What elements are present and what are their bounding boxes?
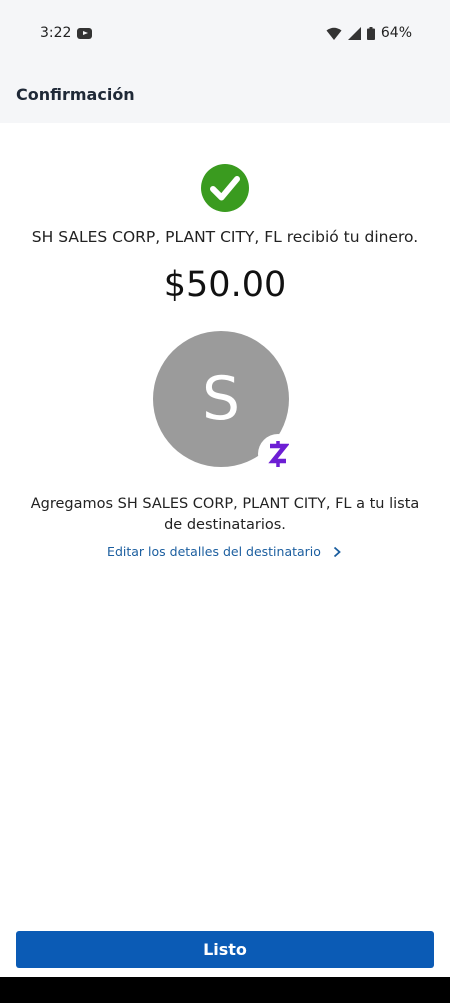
app-header: Confirmación bbox=[0, 66, 450, 123]
recipient-added-text: Agregamos SH SALES CORP, PLANT CITY, FL … bbox=[30, 496, 420, 533]
wifi-icon bbox=[326, 27, 342, 40]
success-check-icon bbox=[200, 163, 250, 213]
battery-level: 64% bbox=[380, 25, 412, 41]
signal-icon bbox=[347, 26, 361, 40]
edit-recipient-label[interactable]: Editar los detalles del destinatario bbox=[107, 544, 321, 559]
status-left: 3:22 bbox=[40, 25, 93, 41]
done-button[interactable]: Listo bbox=[16, 931, 434, 968]
page-title: Confirmación bbox=[16, 85, 135, 104]
zelle-icon bbox=[258, 434, 298, 474]
status-bar: 3:22 64% bbox=[0, 0, 450, 66]
system-nav-bar bbox=[0, 977, 450, 1003]
chevron-right-icon bbox=[333, 546, 341, 557]
amount-sent: $50.00 bbox=[163, 265, 287, 305]
status-time: 3:22 bbox=[40, 25, 72, 41]
youtube-icon bbox=[77, 27, 93, 39]
edit-recipient-link[interactable]: Editar los detalles del destinatario bbox=[0, 544, 450, 559]
avatar-initial: S bbox=[201, 364, 241, 434]
battery-icon bbox=[366, 26, 375, 40]
status-right: 64% bbox=[326, 25, 412, 41]
confirmation-message: SH SALES CORP, PLANT CITY, FL recibió tu… bbox=[31, 228, 419, 246]
